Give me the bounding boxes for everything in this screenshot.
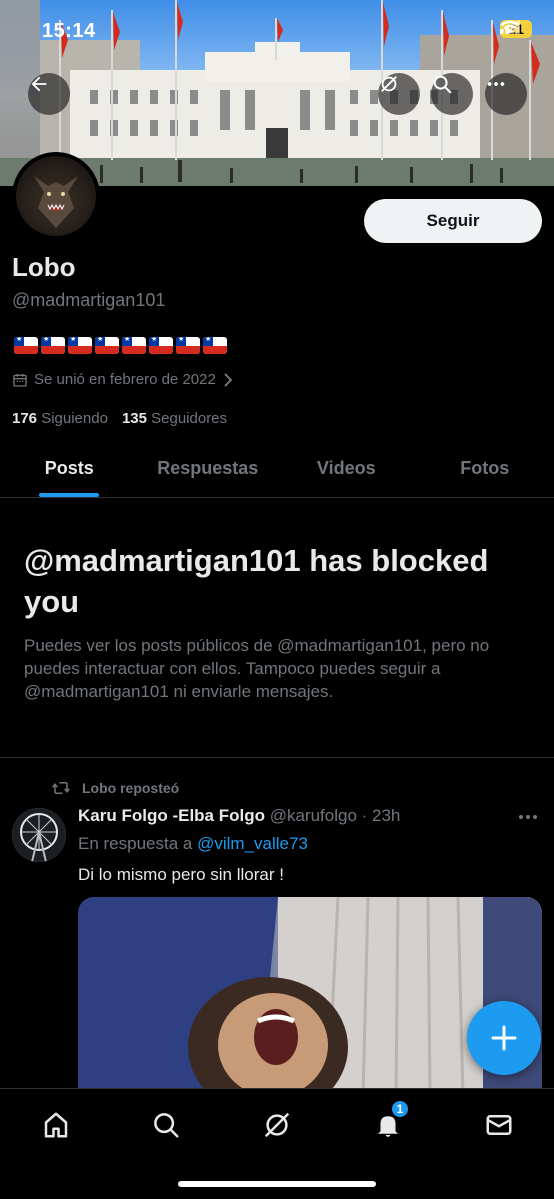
profile-handle: @madmartigan101 (12, 290, 166, 310)
status-icons: 21 (500, 20, 532, 38)
divider (0, 757, 554, 758)
profile-avatar[interactable] (12, 152, 100, 240)
repost-icon (52, 782, 70, 794)
ferris-wheel-avatar-image (12, 808, 66, 862)
followers-count: 135 (121, 410, 147, 427)
profile-tabs: Posts Respuestas Videos Fotos (0, 440, 554, 498)
reply-context: En respuesta a @vilm_valle73 (78, 834, 308, 854)
repost-label: Lobo reposteó (82, 780, 180, 796)
chile-flag-icon: ★ (95, 337, 119, 354)
tab-replies[interactable]: Respuestas (139, 440, 278, 497)
grok-icon (264, 1112, 290, 1138)
status-bar: 15:14 21 (0, 0, 554, 60)
search-icon (154, 1113, 179, 1138)
home-indicator[interactable] (178, 1181, 376, 1187)
tweet-media-image (78, 897, 542, 1097)
wifi-icon (500, 20, 520, 34)
notification-badge: 1 (390, 1099, 410, 1119)
tweet-author-meta: @karufolgo · 23h (269, 806, 401, 825)
chile-flag-icon: ★ (41, 337, 65, 354)
compose-post-button[interactable] (467, 1001, 541, 1075)
repost-indicator: Lobo reposteó (52, 780, 179, 796)
nav-grok[interactable] (257, 1105, 297, 1145)
blocked-title: @madmartigan101 has blocked you (24, 543, 489, 619)
joined-text: Se unió en febrero de 2022 (34, 371, 216, 388)
following-link[interactable]: 176 Siguiendo (12, 410, 108, 427)
chevron-right-icon (224, 372, 233, 387)
tweet-text: Di lo mismo pero sin llorar ! (78, 865, 284, 884)
reply-handle-link[interactable]: @vilm_valle73 (197, 834, 308, 853)
tab-label: Respuestas (157, 458, 259, 478)
tab-videos[interactable]: Videos (277, 440, 416, 497)
more-dots-icon (519, 815, 537, 819)
tab-photos[interactable]: Fotos (416, 440, 554, 497)
joined-date[interactable]: Se unió en febrero de 2022 (12, 371, 234, 388)
tweet-more-button[interactable] (518, 804, 538, 825)
reply-prefix: En respuesta a (78, 834, 193, 853)
nav-search[interactable] (146, 1105, 186, 1145)
profile-name: Lobo (12, 252, 76, 282)
followers-label: Seguidores (151, 410, 228, 427)
chile-flag-icon: ★ (122, 337, 146, 354)
back-button[interactable] (28, 73, 70, 115)
chile-flag-icon: ★ (149, 337, 173, 354)
tweet-author-name[interactable]: Karu Folgo -Elba Folgo (78, 806, 265, 825)
search-icon (433, 75, 452, 94)
nav-messages[interactable] (479, 1105, 519, 1145)
arrow-left-icon (31, 76, 47, 92)
profile-banner[interactable]: 15:14 21 (0, 0, 554, 186)
envelope-icon (486, 1115, 512, 1135)
tweet-header: Karu Folgo -Elba Folgo @karufolgo · 23h (78, 806, 400, 826)
chile-flag-icon: ★ (14, 337, 38, 354)
active-tab-indicator (39, 493, 100, 497)
tab-label: Videos (316, 458, 376, 478)
home-icon (44, 1112, 68, 1138)
following-count: 176 (12, 410, 38, 427)
tweet-media[interactable] (78, 897, 542, 1097)
search-button[interactable] (431, 73, 473, 115)
blocked-description: Puedes ver los posts públicos de @madmar… (24, 636, 490, 701)
chile-flag-icon: ★ (203, 337, 227, 354)
more-dots-icon (487, 82, 505, 86)
tab-label: Fotos (460, 458, 510, 478)
chile-flag-icon: ★ (68, 337, 92, 354)
followers-link[interactable]: 135 Seguidores (122, 410, 227, 427)
tab-posts[interactable]: Posts (0, 440, 139, 497)
follow-stats: 176 Siguiendo 135 Seguidores (12, 410, 227, 427)
chile-flag-icon: ★ (176, 337, 200, 354)
calendar-icon (13, 373, 27, 387)
status-time: 15:14 (42, 20, 96, 42)
grok-icon (381, 76, 397, 92)
nav-home[interactable] (36, 1105, 76, 1145)
tweet-author-avatar[interactable] (12, 808, 66, 862)
nav-notifications[interactable]: 1 (368, 1099, 410, 1145)
more-options-button[interactable] (485, 73, 527, 115)
following-label: Siguiendo (41, 410, 108, 427)
follow-button[interactable]: Seguir (364, 199, 542, 243)
tab-label: Posts (44, 458, 94, 478)
plus-icon (491, 1025, 517, 1051)
wolf-avatar-image (34, 176, 78, 228)
bio-flags: ★ ★ ★ ★ ★ ★ ★ ★ (14, 337, 227, 354)
grok-button[interactable] (378, 73, 420, 115)
